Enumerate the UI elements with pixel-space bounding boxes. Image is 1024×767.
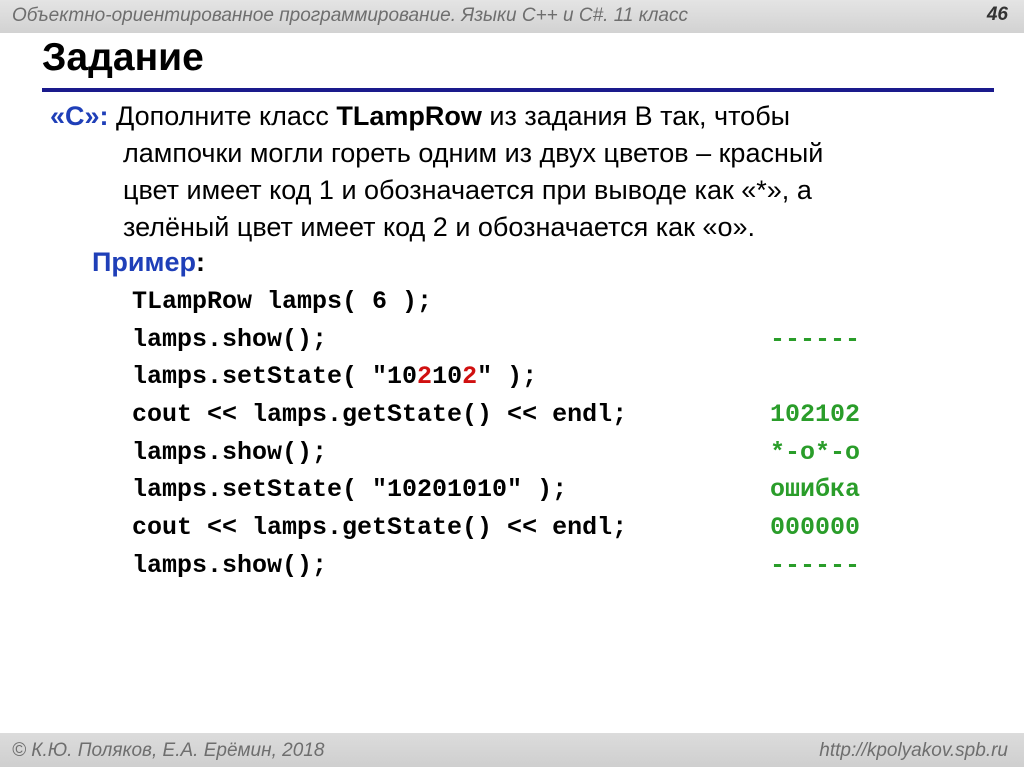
example-colon: :: [195, 247, 205, 277]
task-text-post: из задания B так, чтобы: [481, 101, 791, 131]
page-number: 46: [986, 4, 1008, 25]
course-title: Объектно-ориентированное программировани…: [12, 5, 688, 26]
code-line-3-post: " );: [477, 362, 538, 392]
task-label: «С»:: [50, 101, 109, 131]
code-block: TLampRow lamps( 6 ); lamps.show(); lamps…: [132, 283, 627, 585]
slide-title: Задание: [42, 36, 204, 79]
output-line-3: [770, 358, 860, 396]
output-line-6: ошибка: [770, 475, 861, 505]
task-text-pre: Дополните класс: [108, 101, 337, 131]
task-line-1: «С»: Дополните класс TLampRow из задания…: [50, 98, 970, 135]
code-line-5: lamps.show();: [132, 437, 328, 467]
code-line-3-pre: lamps.setState( "10: [132, 362, 418, 392]
task-text: «С»: Дополните класс TLampRow из задания…: [50, 98, 970, 246]
code-highlight-digit: 2: [417, 362, 433, 392]
task-line-3: цвет имеет код 1 и обозначается при выво…: [123, 175, 812, 205]
code-line-8: lamps.show();: [132, 550, 328, 580]
task-line-4: зелёный цвет имеет код 2 и обозначается …: [123, 212, 755, 242]
footer-url: http://kpolyakov.spb.ru: [819, 740, 1008, 761]
title-underline: [42, 88, 994, 92]
task-line-2: лампочки могли гореть одним из двух цвет…: [123, 138, 824, 168]
code-line-6: lamps.setState( "10201010" );: [132, 475, 568, 505]
example-label: Пример: [92, 247, 196, 277]
output-line-4: 102102: [770, 400, 861, 430]
output-line-2: ------: [770, 324, 861, 354]
example-heading: Пример:: [92, 247, 205, 278]
output-line-5: *-o*-o: [770, 437, 861, 467]
code-line-4: cout << lamps.getState() << endl;: [132, 400, 628, 430]
footer-authors: © К.Ю. Поляков, Е.А. Ерёмин, 2018: [12, 740, 325, 761]
output-block: ------ 102102 *-o*-o ошибка 000000 -----…: [770, 283, 860, 585]
code-line-3: lamps.setState( "102102" );: [132, 358, 627, 396]
code-line-1: TLampRow lamps( 6 );: [132, 287, 433, 316]
code-line-7: cout << lamps.getState() << endl;: [132, 513, 628, 543]
output-line-7: 000000: [770, 513, 861, 543]
output-line-8: ------: [770, 550, 861, 580]
output-line-1: [770, 283, 860, 321]
code-line-3-mid: 10: [432, 362, 463, 392]
slide: Объектно-ориентированное программировани…: [0, 0, 1024, 767]
code-line-2: lamps.show();: [132, 324, 328, 354]
code-highlight-digit: 2: [462, 362, 478, 392]
class-name: TLampRow: [336, 101, 482, 131]
